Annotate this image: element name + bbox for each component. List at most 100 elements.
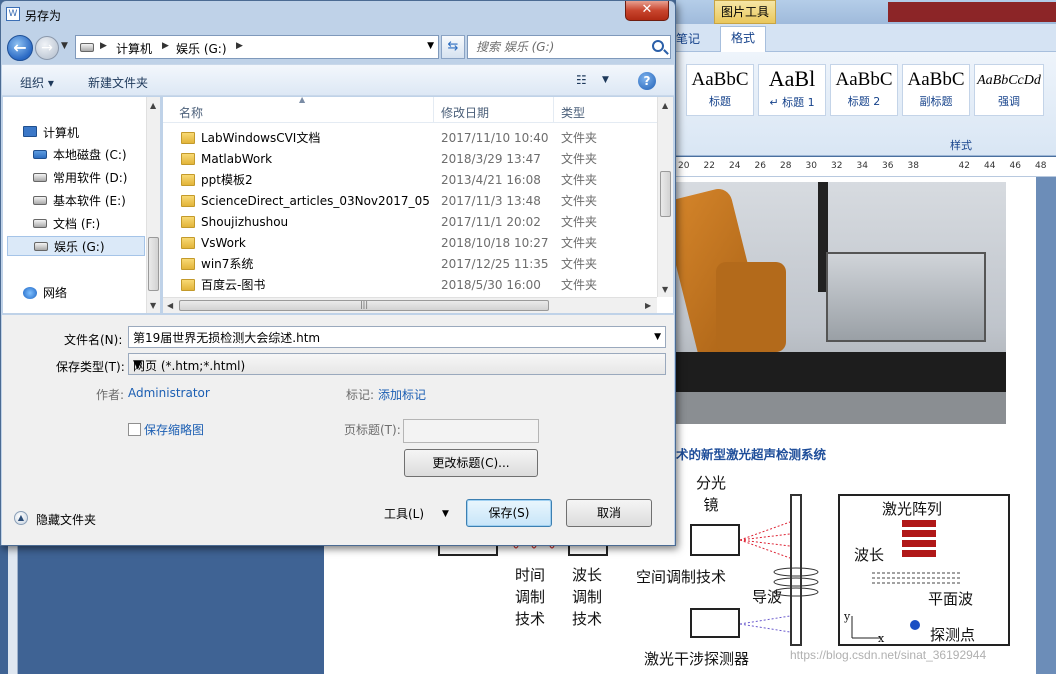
dialog-titlebar[interactable]: W 另存为 ✕: [1, 1, 675, 29]
nav-item-computer[interactable]: 计算机: [23, 123, 79, 143]
recent-locations-dropdown-icon[interactable]: ▼: [61, 41, 68, 51]
chevron-down-icon[interactable]: ▼: [654, 332, 661, 342]
laser-bar: [902, 540, 936, 547]
scroll-up-icon[interactable]: ▲: [662, 101, 668, 110]
scrollbar-thumb[interactable]: [148, 237, 159, 291]
chevron-right-icon[interactable]: ▶: [236, 41, 243, 51]
nav-item-drive-g[interactable]: 娱乐 (G:): [7, 236, 145, 256]
save-thumbnail-checkbox[interactable]: [128, 423, 141, 436]
close-button[interactable]: ✕: [625, 1, 669, 21]
file-row[interactable]: win7系统 2017/12/25 11:35 文件夹: [163, 254, 657, 275]
new-folder-button[interactable]: 新建文件夹: [88, 74, 148, 91]
column-header-date[interactable]: 修改日期: [441, 104, 489, 121]
filename-combo[interactable]: ▼: [128, 326, 666, 348]
nav-item-network[interactable]: 网络: [23, 283, 67, 303]
folder-icon: [181, 174, 195, 186]
ruler-tick: 30: [805, 161, 817, 171]
save-thumbnail-label[interactable]: 保存缩略图: [144, 421, 204, 438]
nav-pane-scrollbar[interactable]: ▲ ▼: [146, 97, 160, 313]
drive-icon: [33, 173, 47, 182]
chevron-down-icon[interactable]: ▼: [427, 41, 434, 51]
file-row[interactable]: LabWindowsCVI文档 2017/11/10 10:40 文件夹: [163, 128, 657, 149]
scroll-down-icon[interactable]: ▼: [150, 301, 156, 310]
tools-menu-button[interactable]: 工具(L): [384, 505, 424, 522]
nav-item-drive-d[interactable]: 常用软件 (D:): [33, 168, 127, 188]
scroll-left-icon[interactable]: ◀: [167, 301, 173, 310]
chevron-down-icon[interactable]: ▼: [133, 357, 661, 371]
file-row[interactable]: ScienceDirect_articles_03Nov2017_05... 20…: [163, 191, 657, 212]
file-name: ScienceDirect_articles_03Nov2017_05...: [201, 194, 431, 208]
refresh-button[interactable]: ⇆: [441, 35, 465, 59]
beam-splitter-box: [690, 524, 740, 556]
address-bar[interactable]: ▶ 计算机 ▶ 娱乐 (G:) ▶ ▼: [75, 35, 439, 59]
save-button[interactable]: 保存(S): [466, 499, 552, 527]
file-date: 2017/11/1 20:02: [441, 215, 541, 229]
chevron-right-icon[interactable]: ▶: [100, 41, 107, 51]
search-box[interactable]: [467, 35, 671, 59]
file-row[interactable]: Shoujizhushou 2017/11/1 20:02 文件夹: [163, 212, 657, 233]
help-icon[interactable]: ?: [638, 72, 656, 90]
file-date: 2017/12/25 11:35: [441, 257, 549, 271]
file-list-horizontal-scrollbar[interactable]: ◀ ||| ▶: [163, 297, 657, 313]
nav-item-drive-c[interactable]: 本地磁盘 (C:): [33, 145, 127, 165]
save-as-dialog: W 另存为 ✕ ← → ▼ ▶ 计算机 ▶ 娱乐 (G:) ▶ ▼ ⇆ 组织 ▾…: [0, 0, 676, 546]
add-tags-link[interactable]: 添加标记: [378, 386, 426, 403]
scrollbar-thumb[interactable]: [660, 171, 671, 217]
file-row[interactable]: VsWork 2018/10/18 10:27 文件夹: [163, 233, 657, 254]
chevron-up-icon[interactable]: ▲: [14, 511, 28, 525]
drive-icon: [33, 219, 47, 228]
nav-item-drive-f[interactable]: 文档 (F:): [33, 214, 100, 234]
scroll-down-icon[interactable]: ▼: [662, 285, 668, 294]
style-title[interactable]: AaBbC 标题: [686, 64, 754, 116]
picture-tools-tab[interactable]: 图片工具: [714, 0, 776, 24]
scroll-up-icon[interactable]: ▲: [150, 101, 156, 110]
column-divider[interactable]: [553, 97, 554, 123]
beam-splitter-label: 分光 镜: [696, 474, 727, 514]
style-label: 标题 2: [847, 95, 881, 108]
back-button[interactable]: ←: [7, 35, 33, 61]
organize-button[interactable]: 组织 ▾: [20, 74, 54, 91]
file-row[interactable]: 百度云-图书 2018/5/30 16:00 文件夹: [163, 275, 657, 296]
save-type-select[interactable]: 网页 (*.htm;*.html) ▼: [128, 353, 666, 375]
file-row[interactable]: ppt模板2 2013/4/21 16:08 文件夹: [163, 170, 657, 191]
breadcrumb-drive-g[interactable]: 娱乐 (G:): [176, 40, 227, 57]
chevron-right-icon[interactable]: ▶: [162, 41, 169, 51]
ruler-tick: 42: [958, 161, 970, 171]
search-icon[interactable]: [652, 40, 664, 52]
scroll-right-icon[interactable]: ▶: [645, 301, 651, 310]
filename-input[interactable]: [133, 328, 648, 346]
ruler-tick: 24: [729, 161, 741, 171]
file-row[interactable]: MatlabWork 2018/3/29 13:47 文件夹: [163, 149, 657, 170]
word-left-margin: [0, 540, 324, 674]
cancel-button[interactable]: 取消: [566, 499, 652, 527]
style-label: 强调: [998, 95, 1020, 108]
file-type: 文件夹: [561, 215, 598, 229]
style-heading-2[interactable]: AaBbC 标题 2: [830, 64, 898, 116]
style-subtitle[interactable]: AaBbC 副标题: [902, 64, 970, 116]
style-heading-1[interactable]: AaBl ↵ 标题 1: [758, 64, 826, 116]
column-header-name[interactable]: 名称: [179, 104, 203, 121]
chevron-down-icon[interactable]: ▼: [602, 75, 609, 85]
author-value[interactable]: Administrator: [128, 386, 210, 400]
breadcrumb-computer[interactable]: 计算机: [116, 40, 152, 57]
ruler-tick: 32: [831, 161, 843, 171]
change-title-button[interactable]: 更改标题(C)...: [404, 449, 538, 477]
column-header-type[interactable]: 类型: [561, 104, 585, 121]
file-date: 2018/10/18 10:27: [441, 236, 549, 250]
word-doc-icon: W: [6, 7, 20, 21]
style-emphasis[interactable]: AaBbCcDd 强调: [974, 64, 1044, 116]
file-list-vertical-scrollbar[interactable]: ▲ ▼: [657, 97, 673, 297]
nav-item-drive-e[interactable]: 基本软件 (E:): [33, 191, 126, 211]
view-options-icon[interactable]: ☷: [576, 73, 587, 87]
forward-button[interactable]: →: [35, 36, 59, 60]
search-input[interactable]: [476, 37, 648, 57]
hide-folders-button[interactable]: 隐藏文件夹: [36, 511, 96, 528]
chevron-down-icon[interactable]: ▼: [442, 509, 449, 519]
tab-format[interactable]: 格式: [720, 26, 767, 53]
column-divider[interactable]: [433, 97, 434, 123]
file-date: 2018/5/30 16:00: [441, 278, 541, 292]
scrollbar-thumb[interactable]: |||: [179, 300, 549, 311]
detection-beams: [740, 615, 791, 633]
page-title-field: [403, 419, 539, 443]
tab-notes[interactable]: 笔记: [676, 30, 700, 47]
